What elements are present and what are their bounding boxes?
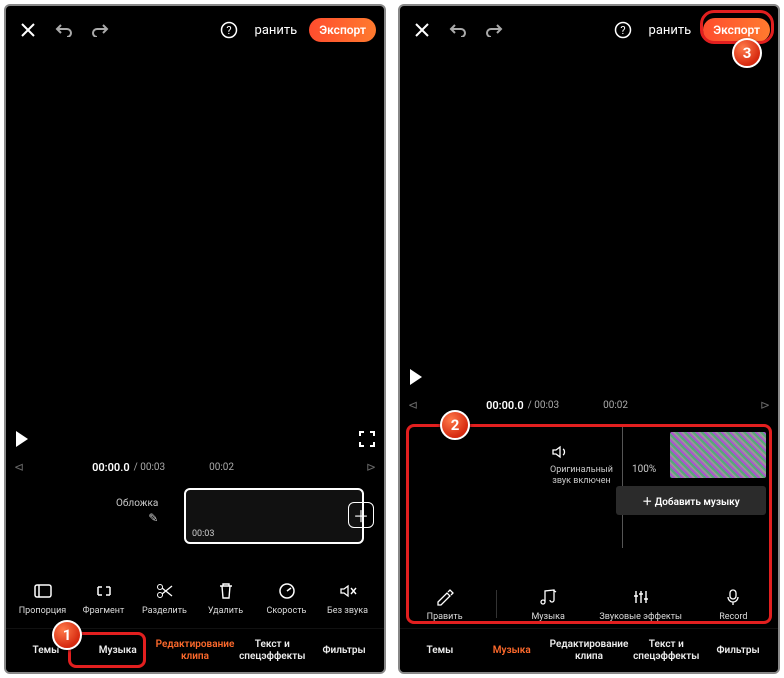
tool-delete[interactable]: Удалить: [200, 580, 252, 616]
redo-icon[interactable]: [480, 16, 508, 44]
help-icon[interactable]: ?: [609, 16, 637, 44]
callout-badge-3: 3: [732, 38, 762, 68]
music-panel: Оригинальный звук включен 100% ＋ Добавит…: [400, 418, 778, 628]
video-preview: [6, 54, 384, 454]
play-icon[interactable]: [14, 430, 30, 448]
close-icon[interactable]: [14, 16, 42, 44]
bottom-tabs: Темы Музыка Редактирование клипа Текст и…: [400, 628, 778, 672]
tab-textfx[interactable]: Текст и спецэффекты: [236, 639, 308, 662]
help-icon[interactable]: ?: [215, 16, 243, 44]
tool-soundfx[interactable]: Звуковые эффекты: [599, 586, 682, 622]
tab-edit[interactable]: Редактирование клипа: [548, 639, 631, 662]
volume-percent: 100%: [632, 464, 656, 475]
tool-speed[interactable]: Скорость: [261, 580, 313, 616]
trash-icon: [215, 580, 237, 602]
speaker-icon: [550, 442, 613, 462]
screen-left: ? ранить Экспорт ⊲ 00:00.0 / 00:03 00:02…: [4, 4, 386, 674]
aspect-icon: [32, 580, 54, 602]
next-frame-icon[interactable]: ⊳: [366, 460, 376, 474]
add-clip-button[interactable]: ＋: [348, 502, 374, 528]
export-button[interactable]: Экспорт: [309, 18, 376, 42]
topbar: ? ранить Экспорт: [400, 6, 778, 54]
tab-edit[interactable]: Редактирование клипа: [154, 639, 237, 662]
speed-icon: [276, 580, 298, 602]
cover-chip[interactable]: Обложка ✎: [116, 498, 158, 525]
next-frame-icon[interactable]: ⊳: [760, 398, 770, 412]
prev-frame-icon[interactable]: ⊲: [408, 398, 418, 412]
time-display: ⊲ 00:00.0 / 00:03 00:02 ⊳: [6, 454, 384, 480]
clip[interactable]: 00:03: [184, 488, 364, 544]
mic-icon: [722, 586, 744, 608]
add-music-button[interactable]: ＋ Добавить музыку: [616, 486, 766, 515]
tab-music[interactable]: Музыка: [476, 645, 548, 657]
redo-icon[interactable]: [86, 16, 114, 44]
save-button[interactable]: ранить: [645, 23, 696, 38]
edit-icon: [434, 586, 456, 608]
save-button[interactable]: ранить: [251, 23, 302, 38]
callout-badge-2: 2: [440, 410, 470, 440]
tool-split[interactable]: Разделить: [139, 580, 191, 616]
close-icon[interactable]: [408, 16, 436, 44]
tab-filters[interactable]: Фильтры: [308, 645, 380, 657]
tab-filters[interactable]: Фильтры: [702, 645, 774, 657]
screen-right: ? ранить Экспорт ⊲ 00:00.0 / 00:03 00:02…: [398, 4, 780, 674]
music-icon: [537, 586, 559, 608]
tool-mute[interactable]: Без звука: [322, 580, 374, 616]
timeline[interactable]: Обложка ✎ 00:03 ＋: [6, 480, 384, 570]
mute-icon: [337, 580, 359, 602]
svg-text:?: ?: [620, 24, 625, 37]
callout-badge-1: 1: [52, 620, 82, 650]
undo-icon[interactable]: [444, 16, 472, 44]
tool-edit[interactable]: Править: [415, 586, 475, 622]
tab-themes[interactable]: Темы: [404, 645, 476, 657]
tool-aspect[interactable]: Пропорция: [17, 580, 69, 616]
tool-record[interactable]: Record: [703, 586, 763, 622]
fullscreen-icon[interactable]: [358, 430, 376, 448]
clip-tools: Пропорция Фрагмент Разделить Удалить Ско…: [6, 570, 384, 628]
prev-frame-icon[interactable]: ⊲: [14, 460, 24, 474]
video-preview: [400, 54, 778, 392]
tool-music[interactable]: Музыка: [518, 586, 578, 622]
tab-textfx[interactable]: Текст и спецэффекты: [630, 639, 702, 662]
tool-fragment[interactable]: Фрагмент: [78, 580, 130, 616]
tab-music[interactable]: Музыка: [82, 645, 154, 657]
fragment-icon: [93, 580, 115, 602]
undo-icon[interactable]: [50, 16, 78, 44]
original-sound-toggle[interactable]: Оригинальный звук включен: [550, 442, 613, 488]
music-tools: Править Музыка Звуковые эффекты Record: [400, 586, 778, 622]
edit-icon: ✎: [148, 511, 158, 525]
scissors-icon: [154, 580, 176, 602]
equalizer-icon: [630, 586, 652, 608]
export-button[interactable]: Экспорт: [703, 18, 770, 42]
play-icon[interactable]: [408, 368, 424, 386]
clip-thumbnail[interactable]: [670, 432, 766, 478]
svg-text:?: ?: [226, 24, 231, 37]
topbar: ? ранить Экспорт: [6, 6, 384, 54]
